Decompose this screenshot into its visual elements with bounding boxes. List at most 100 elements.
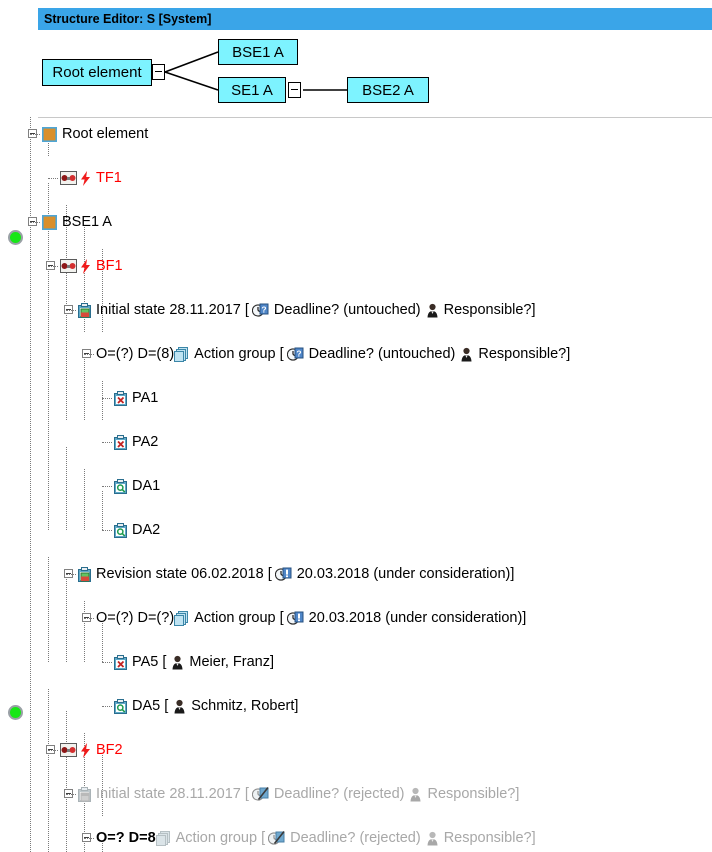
- clock-status-icon: [286, 611, 307, 626]
- action-group-icon: [155, 830, 174, 846]
- person-icon: [409, 787, 425, 802]
- tree-row-content[interactable]: O=(?) D=(?) Action group [ 20.03.2018 (un…: [96, 607, 526, 629]
- diagram-node-se1[interactable]: SE1 A: [218, 77, 286, 103]
- tree-row-status-text: 20.03.2018 (under consideration)]: [296, 566, 515, 582]
- diagram-node-label: BSE1 A: [232, 43, 284, 61]
- tree-row-counters: O=? D=8: [96, 830, 156, 846]
- tree-guide: [66, 574, 76, 575]
- pa-icon: [114, 434, 130, 450]
- clock-status-icon: [251, 786, 272, 802]
- row-marker-green[interactable]: [8, 705, 23, 720]
- tree-row-content[interactable]: Root element: [42, 123, 148, 145]
- tree-guide: [48, 178, 58, 179]
- tree-row-label: BSE1 A: [62, 214, 112, 230]
- tree-row-content[interactable]: TF1: [60, 167, 122, 189]
- tree-row-responsible-text: Responsible?]: [478, 346, 571, 362]
- tree-row-label: DA2: [132, 522, 161, 538]
- tree-row-content[interactable]: PA1: [114, 387, 158, 409]
- tree-row[interactable]: DA2: [0, 519, 712, 541]
- clock-status-icon: [268, 830, 288, 846]
- diagram-node-root[interactable]: Root element: [42, 59, 152, 86]
- da-icon: [114, 522, 130, 538]
- clock-status-icon: ?: [286, 347, 307, 362]
- state-icon: [78, 302, 94, 318]
- tree-row-responsible-text: Responsible?]: [443, 302, 536, 318]
- tree-row[interactable]: PA2: [0, 431, 712, 453]
- tree-row[interactable]: Initial state 28.11.2017 [? Deadline? (un…: [0, 299, 712, 321]
- tree-row-content[interactable]: Initial state 28.11.2017 [ Deadline? (rej…: [78, 783, 519, 805]
- tree-row-content[interactable]: DA2: [114, 519, 160, 541]
- tree-row-status-text: Deadline? (rejected): [290, 830, 421, 846]
- tree-row-content[interactable]: O=? D=8 Action group [Deadline? (rejecte…: [96, 827, 536, 849]
- tree-row[interactable]: O=(?) D=(?) Action group [ 20.03.2018 (un…: [0, 607, 712, 629]
- tree-row-content[interactable]: Revision state 06.02.2018 [20.03.2018 (u…: [78, 563, 514, 585]
- tree-row[interactable]: BSE1 A: [0, 211, 712, 233]
- tree-row-content[interactable]: DA5 [ Schmitz, Robert]: [114, 695, 298, 717]
- window-title-bar: Structure Editor: S [System]: [38, 8, 712, 30]
- tree-row-responsible-text: Responsible?]: [443, 830, 536, 846]
- tree-row-content[interactable]: BF1: [60, 255, 123, 277]
- tree-row[interactable]: Revision state 06.02.2018 [20.03.2018 (u…: [0, 563, 712, 585]
- tree-row-counters: O=(?) D=(?): [96, 610, 175, 626]
- tree-row-status-text: 20.03.2018 (under consideration)]: [308, 610, 527, 626]
- pa-icon: [114, 390, 130, 406]
- person-icon: [173, 699, 189, 714]
- tree-row[interactable]: O=? D=8 Action group [Deadline? (rejecte…: [0, 827, 712, 849]
- page-title: Structure Editor: S [System]: [44, 12, 212, 26]
- tree-row[interactable]: Initial state 28.11.2017 [ Deadline? (rej…: [0, 783, 712, 805]
- svg-text:?: ?: [296, 348, 301, 358]
- tree-row-label: Action group [: [194, 346, 284, 362]
- diagram-port-root[interactable]: [152, 64, 165, 80]
- tree-row-content[interactable]: Initial state 28.11.2017 [? Deadline? (un…: [78, 299, 536, 321]
- tree-guide: [48, 750, 58, 751]
- state-icon: [78, 786, 94, 802]
- tree-row-content[interactable]: PA5 [Meier, Franz]: [114, 651, 274, 673]
- bolt-icon: [80, 258, 94, 274]
- tree-row[interactable]: BF1: [0, 255, 712, 277]
- tree-row-responsible-text: Schmitz, Robert]: [191, 698, 299, 714]
- tree-row-status-text: Deadline? (untouched): [273, 302, 421, 318]
- tree-row-label: Action group [: [194, 610, 284, 626]
- tree-row[interactable]: PA1: [0, 387, 712, 409]
- tree-guide: [84, 354, 94, 355]
- diagram-node-bse2[interactable]: BSE2 A: [347, 77, 429, 103]
- person-icon: [171, 655, 187, 670]
- tree-row-status-text: Deadline? (untouched): [308, 346, 456, 362]
- structure-editor-window: Structure Editor: S [System] Root elemen…: [0, 0, 712, 852]
- tree-row-content[interactable]: DA1: [114, 475, 160, 497]
- function-icon: [60, 743, 80, 757]
- tree-row[interactable]: DA5 [ Schmitz, Robert]: [0, 695, 712, 717]
- tree-row-status-text: Deadline? (rejected): [273, 786, 405, 802]
- diagram-node-label: SE1 A: [231, 81, 273, 99]
- tree-row[interactable]: O=(?) D=(8) Action group [? Deadline? (un…: [0, 343, 712, 365]
- tree-row[interactable]: DA1: [0, 475, 712, 497]
- diagram-node-bse1[interactable]: BSE1 A: [218, 39, 298, 65]
- tree-row[interactable]: PA5 [Meier, Franz]: [0, 651, 712, 673]
- row-marker-green[interactable]: [8, 230, 23, 245]
- da-icon: [114, 698, 130, 714]
- tree-row-label: BF2: [96, 742, 123, 758]
- function-icon: [60, 259, 80, 273]
- tree-guide: [66, 310, 76, 311]
- tree-row-content[interactable]: BSE1 A: [42, 211, 112, 233]
- tree-row-label: DA1: [132, 478, 161, 494]
- tree-row-label: TF1: [96, 170, 122, 186]
- tree-row-label: DA5 [: [132, 698, 169, 714]
- diagram-port-se1[interactable]: [288, 82, 301, 98]
- tree-row-label: Initial state 28.11.2017 [: [96, 786, 249, 802]
- tree-row[interactable]: Root element: [0, 123, 712, 145]
- tree-row[interactable]: BF2: [0, 739, 712, 761]
- person-icon: [460, 347, 476, 362]
- tree-guide: [102, 706, 112, 707]
- tree-row-content[interactable]: PA2: [114, 431, 158, 453]
- clock-status-icon: ?: [251, 303, 272, 318]
- tree-row-content[interactable]: O=(?) D=(8) Action group [? Deadline? (un…: [96, 343, 570, 365]
- tree-guide: [84, 838, 94, 839]
- tree-guide: [30, 134, 40, 135]
- tree-row[interactable]: TF1: [0, 167, 712, 189]
- tree-guide: [102, 486, 112, 487]
- tree-guide: [30, 222, 40, 223]
- tree-row-counters: O=(?) D=(8): [96, 346, 175, 362]
- tree-row-content[interactable]: BF2: [60, 739, 123, 761]
- person-icon: [426, 303, 442, 318]
